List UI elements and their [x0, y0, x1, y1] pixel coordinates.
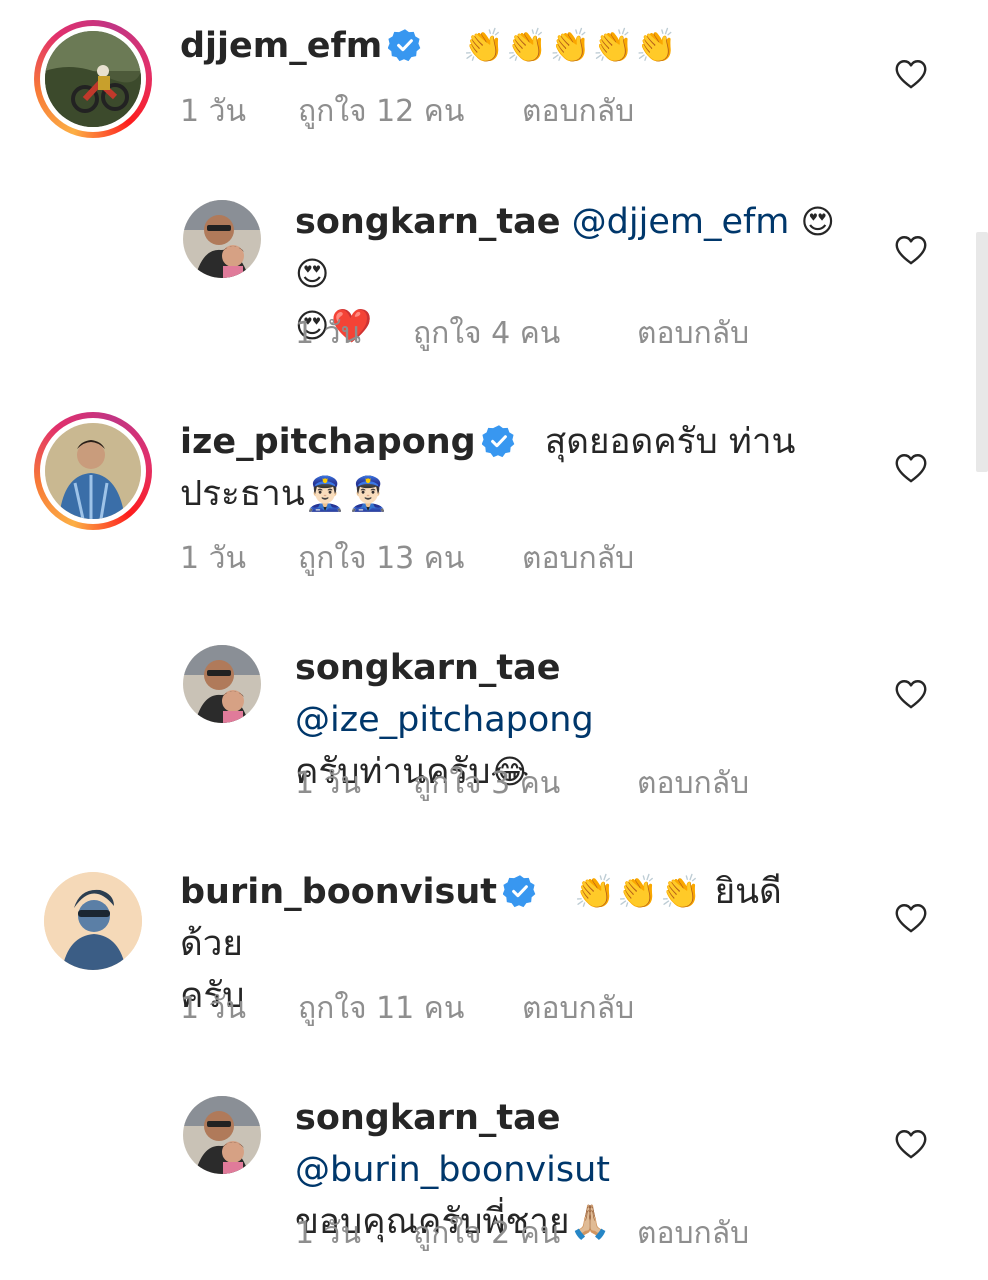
timestamp: 1 วัน: [295, 316, 361, 351]
comment-emoji: 👏👏👏👏👏: [463, 26, 679, 65]
timestamp: 1 วัน: [180, 541, 246, 576]
avatar[interactable]: [183, 1096, 261, 1174]
likes-count[interactable]: ถูกใจ 12 คน: [298, 88, 522, 135]
timestamp: 1 วัน: [295, 766, 361, 801]
timestamp: 1 วัน: [180, 991, 246, 1026]
comment-meta: 1 วัน ถูกใจ 4 คน ตอบกลับ: [295, 310, 749, 357]
likes-count[interactable]: ถูกใจ 13 คน: [298, 535, 522, 582]
avatar-image: [45, 423, 141, 519]
username[interactable]: songkarn_tae: [295, 648, 561, 688]
heart-outline-icon[interactable]: [893, 900, 929, 936]
comment-meta: 1 วัน ถูกใจ 3 คน ตอบกลับ: [295, 760, 749, 807]
reply-button[interactable]: ตอบกลับ: [637, 760, 749, 807]
avatar[interactable]: [44, 872, 142, 970]
heart-outline-icon[interactable]: [893, 450, 929, 486]
comment-body: djjem_efm 👏👏👏👏👏: [180, 20, 679, 72]
verified-badge-icon: [388, 28, 422, 62]
timestamp: 1 วัน: [180, 94, 246, 129]
comment-meta: 1 วัน ถูกใจ 2 คน ตอบกลับ: [295, 1210, 749, 1257]
username[interactable]: ize_pitchapong: [180, 422, 476, 462]
mention-link[interactable]: @burin_boonvisut: [295, 1150, 610, 1190]
username[interactable]: burin_boonvisut: [180, 872, 497, 912]
reply-button[interactable]: ตอบกลับ: [637, 1210, 749, 1257]
comment-meta: 1 วัน ถูกใจ 13 คน ตอบกลับ: [180, 535, 634, 582]
avatar-image: [44, 872, 142, 970]
likes-count[interactable]: ถูกใจ 11 คน: [298, 985, 522, 1032]
avatar[interactable]: [183, 200, 261, 278]
comment-text: ประธาน: [180, 474, 305, 514]
timestamp: 1 วัน: [295, 1216, 361, 1251]
heart-outline-icon[interactable]: [893, 1126, 929, 1162]
comment-emoji: 👏👏👏: [574, 872, 704, 911]
reply-button[interactable]: ตอบกลับ: [637, 310, 749, 357]
comment-emoji: 👮🏻‍♂️👮🏻‍♂️: [304, 474, 391, 513]
avatar-image: [183, 200, 261, 278]
comment-text: สุดยอดครับ ท่าน: [544, 422, 796, 462]
mention-link[interactable]: @djjem_efm: [572, 202, 790, 242]
comment-meta: 1 วัน ถูกใจ 11 คน ตอบกลับ: [180, 985, 634, 1032]
heart-outline-icon[interactable]: [893, 56, 929, 92]
avatar-image: [45, 31, 141, 127]
comment-meta: 1 วัน ถูกใจ 12 คน ตอบกลับ: [180, 88, 634, 135]
likes-count[interactable]: ถูกใจ 4 คน: [413, 310, 637, 357]
mention-link[interactable]: @ize_pitchapong: [295, 700, 594, 740]
avatar-image: [183, 645, 261, 723]
reply-button[interactable]: ตอบกลับ: [522, 985, 634, 1032]
username[interactable]: songkarn_tae: [295, 202, 561, 242]
heart-outline-icon[interactable]: [893, 232, 929, 268]
avatar[interactable]: [183, 645, 261, 723]
reply-button[interactable]: ตอบกลับ: [522, 88, 634, 135]
comment-body: ize_pitchapong สุดยอดครับ ท่าน ประธาน👮🏻‍…: [180, 416, 820, 520]
avatar[interactable]: [34, 20, 152, 138]
username[interactable]: djjem_efm: [180, 26, 382, 66]
verified-badge-icon: [503, 874, 537, 908]
heart-outline-icon[interactable]: [893, 676, 929, 712]
username[interactable]: songkarn_tae: [295, 1098, 561, 1138]
scrollbar[interactable]: [976, 232, 988, 472]
likes-count[interactable]: ถูกใจ 2 คน: [413, 1210, 637, 1257]
avatar-image: [183, 1096, 261, 1174]
verified-badge-icon: [482, 424, 516, 458]
avatar[interactable]: [34, 412, 152, 530]
reply-button[interactable]: ตอบกลับ: [522, 535, 634, 582]
likes-count[interactable]: ถูกใจ 3 คน: [413, 760, 637, 807]
